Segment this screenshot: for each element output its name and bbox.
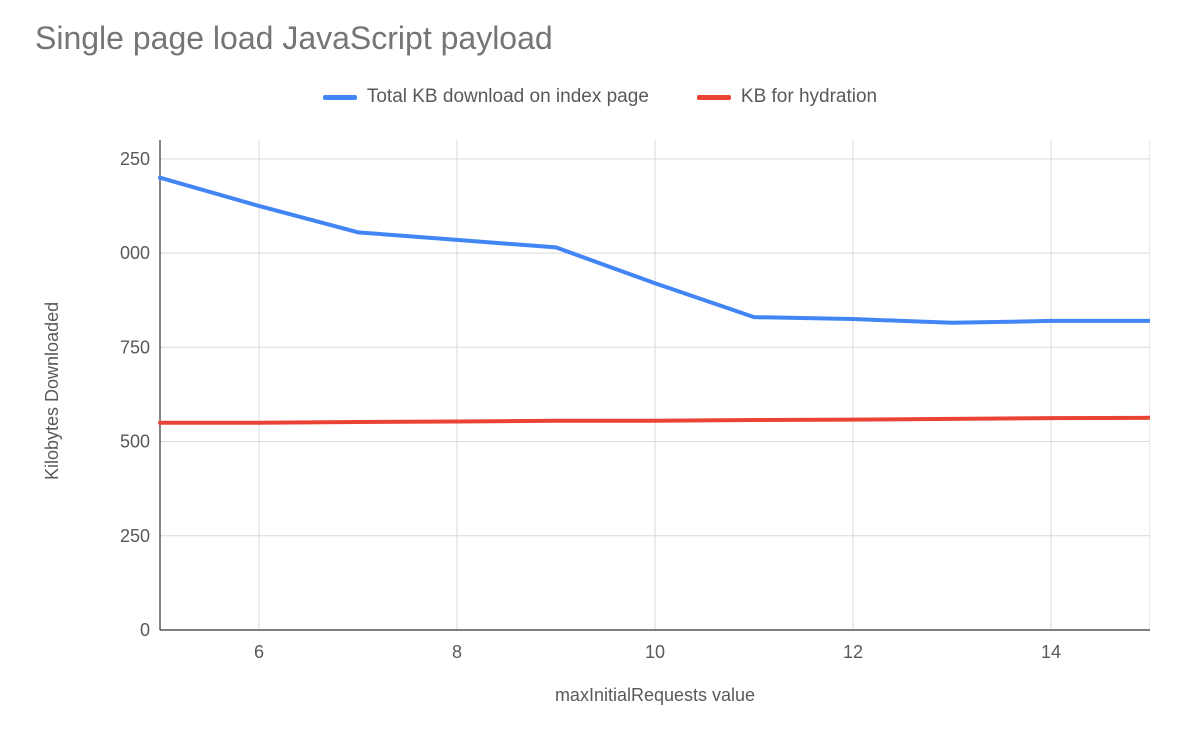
legend-swatch-total <box>323 95 357 100</box>
legend-item-hydration: KB for hydration <box>697 86 877 108</box>
x-axis-title: maxInitialRequests value <box>160 685 1150 706</box>
svg-text:12: 12 <box>843 642 863 662</box>
legend-swatch-hydration <box>697 95 731 100</box>
svg-text:14: 14 <box>1041 642 1061 662</box>
legend: Total KB download on index page KB for h… <box>0 86 1200 108</box>
plot-area: 02505007501000125068101214 <box>120 140 1150 630</box>
svg-text:1250: 1250 <box>120 149 150 169</box>
svg-text:8: 8 <box>452 642 462 662</box>
y-axis-title: Kilobytes Downloaded <box>42 302 63 480</box>
chart-title: Single page load JavaScript payload <box>35 20 553 57</box>
svg-text:250: 250 <box>120 526 150 546</box>
legend-label-total: Total KB download on index page <box>367 86 649 108</box>
svg-text:10: 10 <box>645 642 665 662</box>
svg-text:1000: 1000 <box>120 243 150 263</box>
svg-text:6: 6 <box>254 642 264 662</box>
legend-item-total: Total KB download on index page <box>323 86 649 108</box>
svg-text:750: 750 <box>120 337 150 357</box>
svg-text:0: 0 <box>140 620 150 640</box>
legend-label-hydration: KB for hydration <box>741 86 877 108</box>
svg-text:500: 500 <box>120 432 150 452</box>
chart-container: Single page load JavaScript payload Tota… <box>0 0 1200 742</box>
